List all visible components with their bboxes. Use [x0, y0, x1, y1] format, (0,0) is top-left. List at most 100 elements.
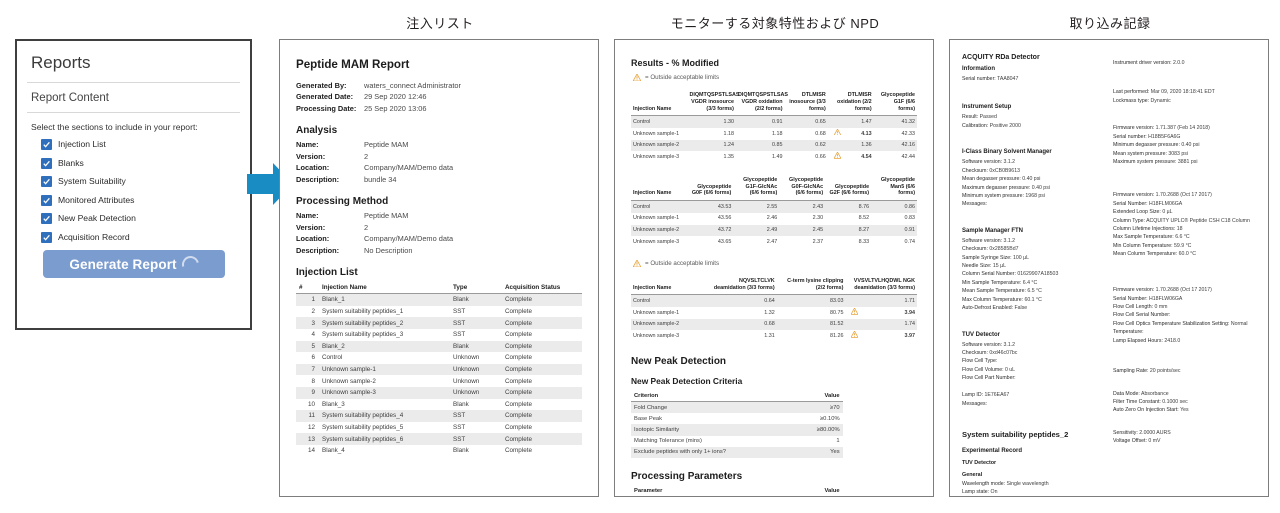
checkbox-row-1[interactable]: Blanks: [41, 157, 250, 169]
record-line: Lockmass type: Dynamic: [1113, 97, 1171, 104]
detail-value: 2: [364, 222, 369, 232]
acquisition-record-page: ACQUITY RDa Detector Information Serial nu…: [949, 39, 1269, 497]
record-line: Wavelength mode: Single wavelength: [962, 480, 1049, 487]
record-line: Flow Cell Length: 0 mm: [1113, 304, 1168, 311]
table-cell: 8.76: [825, 200, 872, 213]
table-cell: Blank: [450, 293, 502, 306]
table-cell: Unknown: [453, 377, 480, 385]
record-line: Mean degasser pressure: 0.40 psi: [962, 176, 1041, 183]
table-cell: Complete: [502, 317, 582, 329]
table-cell: System suitability peptides_2: [319, 317, 450, 329]
table-row: 6 Control Unknown Complete: [296, 352, 582, 364]
detail-row: Generated By: waters_connect Administrato…: [296, 80, 582, 91]
table-cell: 43.72: [687, 224, 734, 237]
table-cell: Blank_4: [322, 447, 345, 455]
table-cell: 1.31: [764, 332, 775, 339]
analysis-heading: Analysis: [296, 125, 338, 137]
table-cell: 1.30: [687, 115, 736, 128]
table-body: Control 43.53 2.55 2.43 8.76 0.86 Unknown samp…: [631, 200, 917, 248]
record-line: Checksum: 0x28585Bd7: [962, 246, 1019, 253]
table-cell: SST: [450, 433, 502, 445]
record-line: Messages:: [962, 400, 988, 407]
record-line: Software version: 3.1.2: [962, 237, 1016, 244]
checkbox-system-suitability[interactable]: [41, 176, 52, 187]
checkbox-new-peak-detection[interactable]: [41, 213, 52, 224]
record-line: Firmware version: 1.71.387 (Feb 14 2018): [1113, 125, 1210, 132]
reports-dialog: Reports Report Content Select the sectio…: [15, 39, 252, 330]
tuv-detector-heading: TUV Detector: [962, 331, 1001, 338]
table-cell: Complete: [505, 400, 532, 408]
table-cell: Unknown sample-1: [319, 363, 450, 376]
table-cell: 2.55: [733, 200, 780, 213]
table-row: 5 Blank_2 Blank Complete: [296, 340, 582, 353]
general-heading: General: [962, 471, 983, 478]
checkbox-monitored-attributes[interactable]: [41, 194, 52, 206]
page-title: Reports: [31, 53, 91, 72]
table-cell: Blank: [450, 340, 502, 353]
record-line: Serial Number: H18FLM06GA: [1113, 200, 1183, 207]
table-cell: Exclude peptides with only 1+ ions?: [631, 446, 795, 458]
record-line: Column Lifetime Injections: 18: [1113, 226, 1183, 233]
table-cell: 6: [311, 354, 315, 362]
table-cell: 1.35: [723, 153, 734, 160]
checkbox-row-5[interactable]: Acquisition Record: [41, 231, 250, 243]
processing-parameters-table: ParameterValueIgnore ions before (min)2.…: [631, 485, 843, 496]
record-line: Mean Column Temperature: 60.0 °C: [1113, 251, 1197, 258]
table-cell: 2.43: [779, 200, 826, 213]
record-line: [962, 383, 1105, 391]
table-row: Unknown sample-3 43.65 2.47 2.37 8.33 0.74: [631, 236, 917, 248]
checkbox-row-0[interactable]: Injection List: [41, 139, 250, 150]
checkbox-injection-list[interactable]: [41, 139, 52, 150]
table-cell: 0.68: [705, 318, 777, 331]
table-cell: System suitability peptides_5: [322, 423, 404, 431]
generate-report-button[interactable]: Generate Report: [43, 250, 225, 278]
detail-value: No Description: [364, 245, 413, 255]
column-header: NQVSLTCLVK deamidation (3/3 forms): [705, 275, 777, 296]
analysis-details: Name: Peptide MAM Version: 2 Location: Compan…: [296, 139, 582, 185]
table-cell: ≥0.10%: [820, 415, 840, 422]
column-header: Acquisition Status: [502, 281, 582, 295]
column-header: C-term lysine clipping (2/2 forms): [776, 275, 846, 296]
report-title: Peptide MAM Report: [296, 58, 410, 71]
checkbox-acquisition-record[interactable]: [41, 231, 52, 243]
checkbox-blanks[interactable]: [41, 157, 52, 169]
table-cell: 81.26: [829, 332, 844, 339]
table-cell: System suitability peptides_6: [319, 433, 450, 445]
column-header: VVSVLTVLHQDWL NGK deamidation (3/3 forms…: [845, 275, 917, 296]
checkbox-row-2[interactable]: System Suitability: [41, 176, 250, 187]
record-line: Calibration: Positive 2000: [962, 122, 1021, 129]
checkbox-row-3[interactable]: Monitored Attributes: [41, 194, 250, 206]
check-icon: [43, 178, 50, 185]
table-cell: 83.03: [776, 294, 846, 308]
record-line: Voltage Offset: 0 mV: [1113, 438, 1161, 445]
table-cell-name: Control: [631, 115, 688, 128]
table-row: Unknown sample-3 1.31 81.26 3.97: [631, 330, 917, 342]
table-body: 1 Blank_1 Blank Complete 2 System suitability…: [296, 293, 582, 457]
table-cell: SST: [453, 423, 466, 431]
table-header-row: Injection Name NQVSLTCLVK deamidation (3/…: [631, 275, 917, 296]
table-cell: 4.13: [828, 128, 874, 140]
table-cell-name: Unknown sample-1: [633, 130, 680, 137]
checkbox-row-4[interactable]: New Peak Detection: [41, 213, 250, 224]
table-cell: 7: [296, 363, 319, 376]
record-line: [1113, 259, 1256, 267]
table-row: 13 System suitability peptides_6 SST Comple…: [296, 433, 582, 445]
table-row: Exclude peptides with only 1+ ions? Yes: [631, 446, 843, 458]
table-row: Unknown sample-2 43.72 2.49 2.45 8.27 0.91: [631, 224, 917, 237]
table-row: 3 System suitability peptides_2 SST Complet…: [296, 317, 582, 329]
record-line: Result: Passed: [962, 114, 997, 121]
detail-key: Location:: [296, 163, 330, 173]
table-row: Control 1.30 0.91 0.65 1.47 41.32: [631, 115, 917, 128]
results-table-2: Injection Name Glycopeptide G0F (6/6 form…: [631, 174, 917, 248]
detail-value: 29 Sep 2020 12:46: [364, 92, 427, 102]
table-cell: Unknown sample-2: [322, 377, 376, 385]
peptide-mam-report-page: Peptide MAM Report Generated By: waters_c…: [279, 39, 599, 497]
detail-key: Description:: [296, 245, 340, 255]
table-cell: Blank_3: [322, 400, 345, 408]
table-cell: SST: [453, 308, 466, 316]
record-line: Flow Cell Type:: [962, 358, 998, 365]
detail-row: Version: 2: [296, 222, 582, 233]
results-report-page: Results - % Modified = Outside acceptabl…: [614, 39, 934, 497]
record-line: Serial number: H18B5F6A6G: [1113, 133, 1181, 140]
